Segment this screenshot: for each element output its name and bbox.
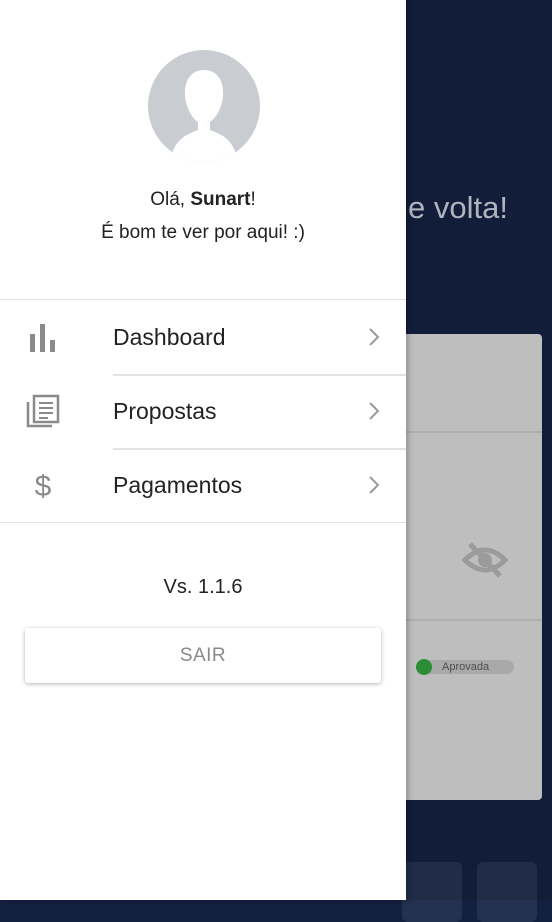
- document-list-icon: [26, 394, 60, 428]
- drawer-menu: Dashboard Propostas $ Pagamentos: [0, 299, 406, 523]
- chevron-right-icon: [369, 476, 380, 494]
- navigation-drawer: Olá, Sunart! É bom te ver por aqui! :) D…: [0, 0, 406, 900]
- greeting-suffix: !: [250, 189, 256, 210]
- chevron-right-icon: [369, 402, 380, 420]
- menu-item-label: Pagamentos: [113, 472, 243, 498]
- menu-item-label: Propostas: [113, 398, 217, 424]
- greeting-subtitle: É bom te ver por aqui! :): [101, 222, 305, 243]
- svg-text:$: $: [35, 470, 52, 502]
- menu-item-label: Dashboard: [113, 324, 226, 350]
- avatar: [148, 50, 260, 162]
- user-silhouette-icon: [170, 70, 238, 162]
- greeting-prefix: Olá,: [150, 189, 191, 210]
- menu-item-dashboard[interactable]: Dashboard: [0, 300, 406, 374]
- drawer-scrim[interactable]: [406, 0, 552, 900]
- app-version: Vs. 1.1.6: [163, 576, 243, 598]
- user-name: Sunart: [190, 189, 251, 210]
- greeting: Olá, Sunart!: [0, 189, 406, 211]
- menu-item-propostas[interactable]: Propostas: [0, 374, 406, 448]
- dollar-icon: $: [35, 470, 52, 502]
- bar-chart-icon: [30, 324, 55, 352]
- chevron-right-icon: [369, 328, 380, 346]
- menu-item-pagamentos[interactable]: $ Pagamentos: [0, 448, 406, 522]
- logout-button[interactable]: SAIR: [25, 628, 381, 683]
